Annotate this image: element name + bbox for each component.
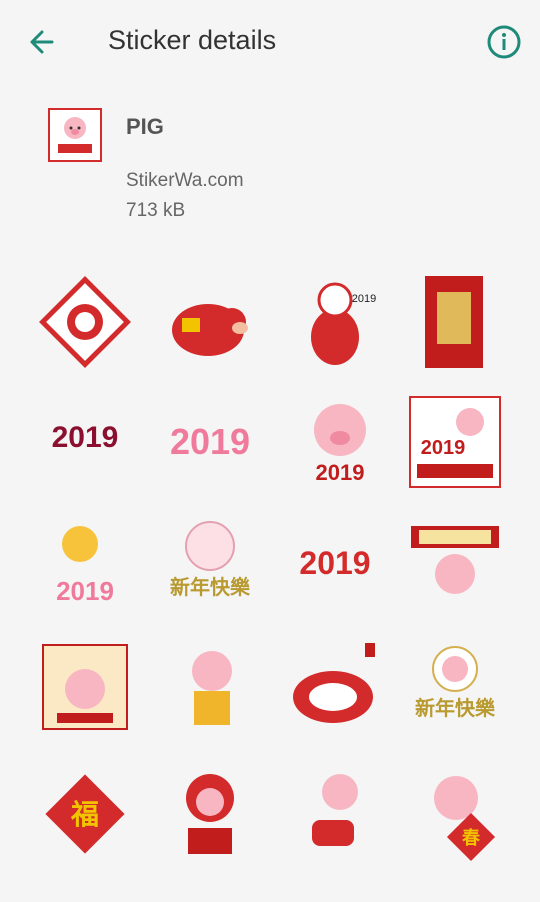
pack-name: PIG bbox=[126, 114, 164, 139]
sticker-item[interactable]: 2019 bbox=[405, 392, 505, 492]
arrow-back-icon bbox=[30, 30, 54, 54]
pack-size: 713 kB bbox=[126, 200, 186, 221]
sticker-item[interactable]: 2019 bbox=[290, 272, 390, 372]
sticker-text: 2019 bbox=[316, 460, 365, 485]
sticker-item[interactable] bbox=[35, 272, 135, 372]
page-title: Sticker details bbox=[108, 25, 277, 55]
sticker-text: 福 bbox=[70, 798, 99, 831]
pack-publisher: StikerWa.com bbox=[126, 170, 244, 191]
sticker-item[interactable]: 2019 bbox=[160, 392, 260, 492]
sticker-item[interactable] bbox=[290, 762, 390, 862]
sticker-item[interactable]: 2019 bbox=[290, 392, 390, 492]
sticker-text: 2019 bbox=[352, 293, 376, 305]
info-icon bbox=[487, 25, 521, 59]
sticker-text: 2019 bbox=[299, 545, 370, 581]
sticker-pack-header: PIG StikerWa.com 713 kB bbox=[0, 96, 540, 236]
sticker-item[interactable]: 2019 bbox=[35, 392, 135, 492]
red-pig-chef-icon: 2019 bbox=[311, 282, 376, 365]
app-bar: Sticker details bbox=[0, 0, 540, 84]
sticker-item[interactable] bbox=[415, 272, 515, 372]
sticker-item[interactable]: 福 bbox=[35, 762, 135, 862]
sticker-text: 新年快樂 bbox=[415, 696, 496, 720]
sticker-text: 2019 bbox=[170, 421, 250, 462]
sticker-grid: 2019 2019 2019 2019 2019 2019 新年快樂 2019 … bbox=[0, 262, 540, 902]
sticker-text: 新年快樂 bbox=[170, 575, 251, 599]
back-button[interactable] bbox=[22, 22, 66, 62]
sticker-item[interactable] bbox=[405, 512, 505, 612]
sticker-text: 2019 bbox=[52, 421, 119, 454]
sticker-item[interactable] bbox=[160, 637, 260, 737]
red-plush-pig-icon bbox=[172, 304, 248, 356]
sticker-item[interactable]: 2019 bbox=[285, 512, 385, 612]
sticker-item[interactable]: 2019 bbox=[35, 512, 135, 612]
sticker-item[interactable] bbox=[35, 637, 135, 737]
sticker-item[interactable]: 新年快樂 bbox=[405, 637, 505, 737]
sticker-item[interactable] bbox=[285, 637, 385, 737]
sticker-item[interactable]: 新年快樂 bbox=[160, 512, 260, 612]
sticker-text: 2019 bbox=[421, 437, 466, 459]
sticker-item[interactable] bbox=[160, 762, 260, 862]
papercut-pig-icon bbox=[39, 276, 131, 368]
sticker-item[interactable]: 春 bbox=[410, 762, 510, 862]
sticker-item[interactable] bbox=[160, 272, 260, 372]
sticker-text: 2019 bbox=[56, 576, 114, 606]
sticker-text: 春 bbox=[462, 827, 481, 849]
info-button[interactable] bbox=[484, 22, 524, 62]
pack-tray-icon bbox=[48, 108, 102, 162]
gold-bar-icon bbox=[425, 276, 483, 368]
